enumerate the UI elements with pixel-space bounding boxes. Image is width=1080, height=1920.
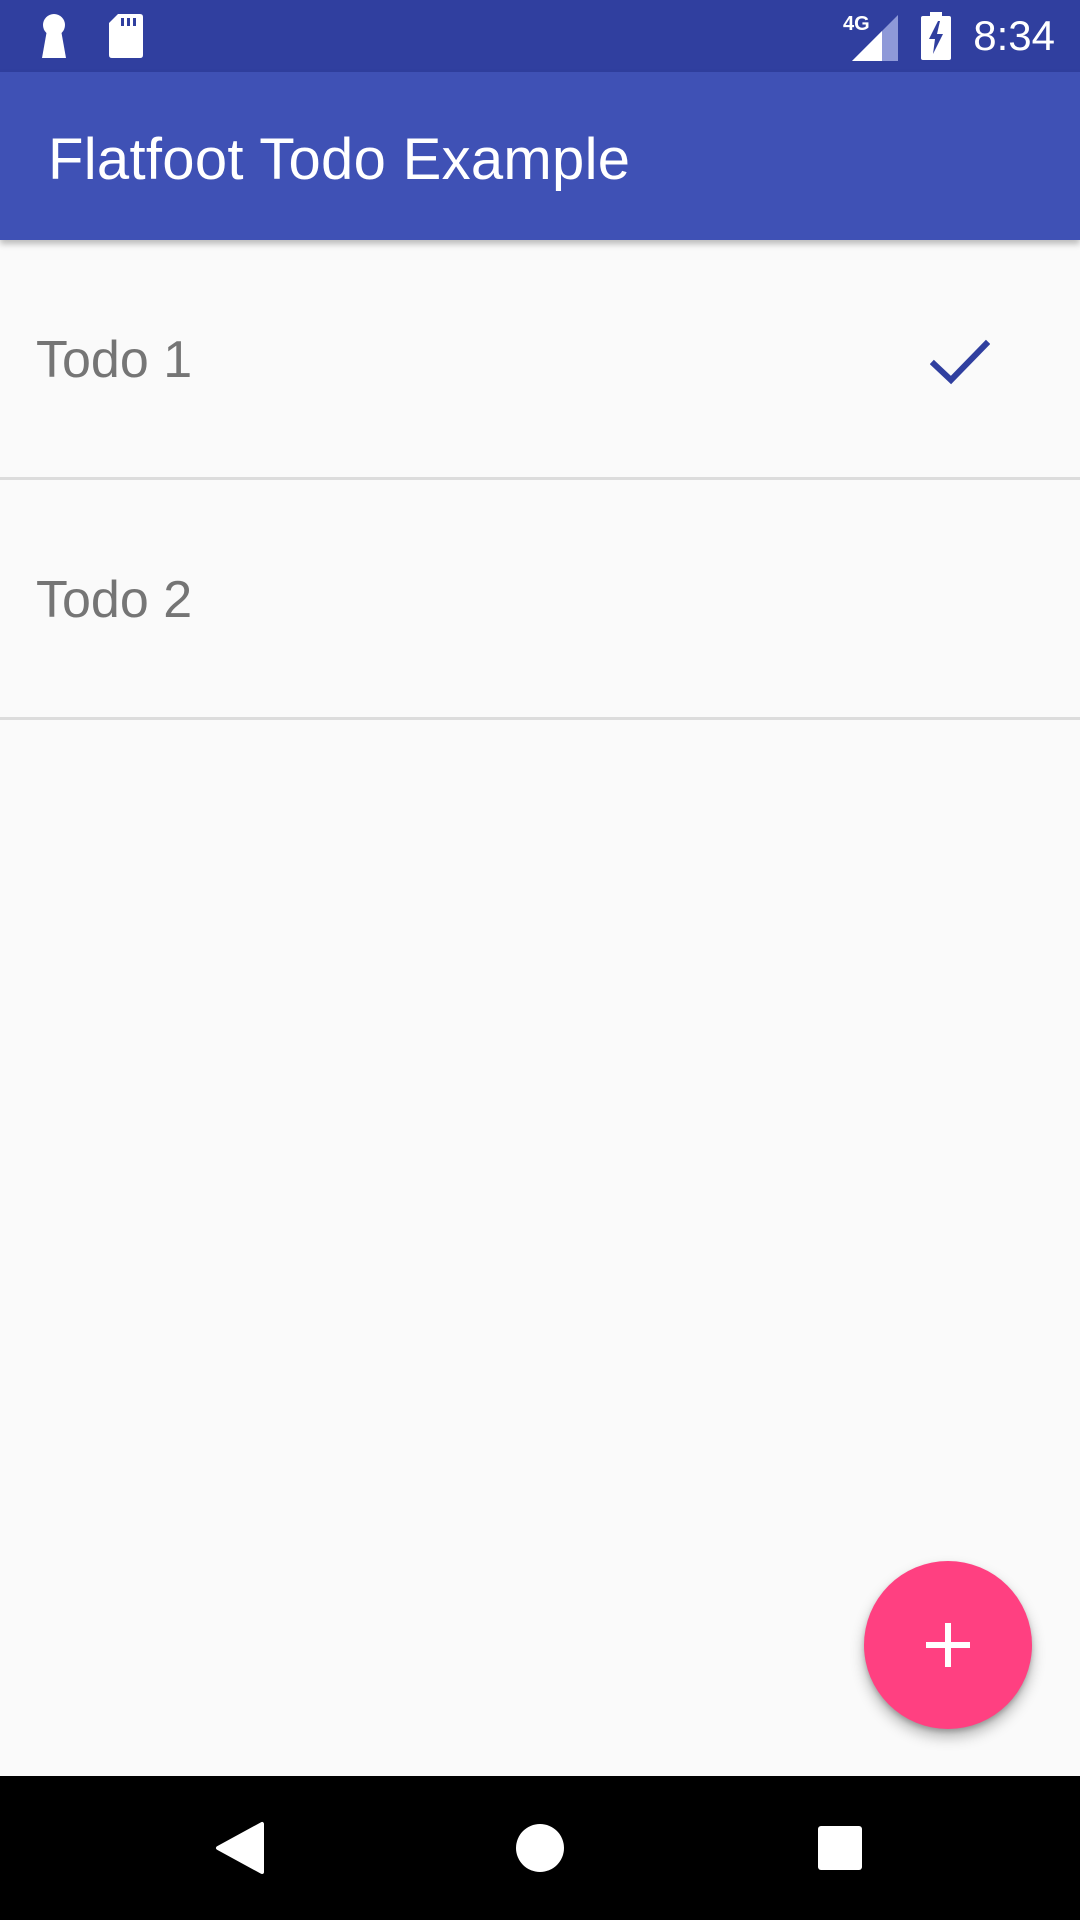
keyhole-icon (42, 14, 66, 58)
todo-item[interactable]: Todo 2 (0, 480, 1080, 720)
status-time: 8:34 (973, 12, 1055, 59)
add-todo-button[interactable] (864, 1561, 1032, 1729)
screen: 4G 8:34 Flatfoot Todo Example Todo 1 Tod… (0, 0, 1080, 1920)
home-icon[interactable] (504, 1812, 576, 1884)
recents-icon[interactable] (804, 1812, 876, 1884)
plus-icon (926, 1623, 970, 1667)
todo-label: Todo 1 (36, 331, 193, 389)
back-icon[interactable] (204, 1812, 276, 1884)
todo-item[interactable]: Todo 1 (0, 240, 1080, 480)
sd-card-icon (109, 14, 143, 58)
app-bar: Flatfoot Todo Example (0, 72, 1080, 240)
navigation-bar (0, 1776, 1080, 1920)
signal-icon (852, 15, 898, 61)
todo-list: Todo 1 Todo 2 (0, 240, 1080, 720)
check-icon[interactable] (930, 333, 990, 393)
app-title: Flatfoot Todo Example (48, 127, 631, 192)
status-bar: 4G 8:34 (0, 0, 1080, 72)
todo-label: Todo 2 (36, 571, 193, 629)
battery-charging-icon (921, 12, 951, 60)
